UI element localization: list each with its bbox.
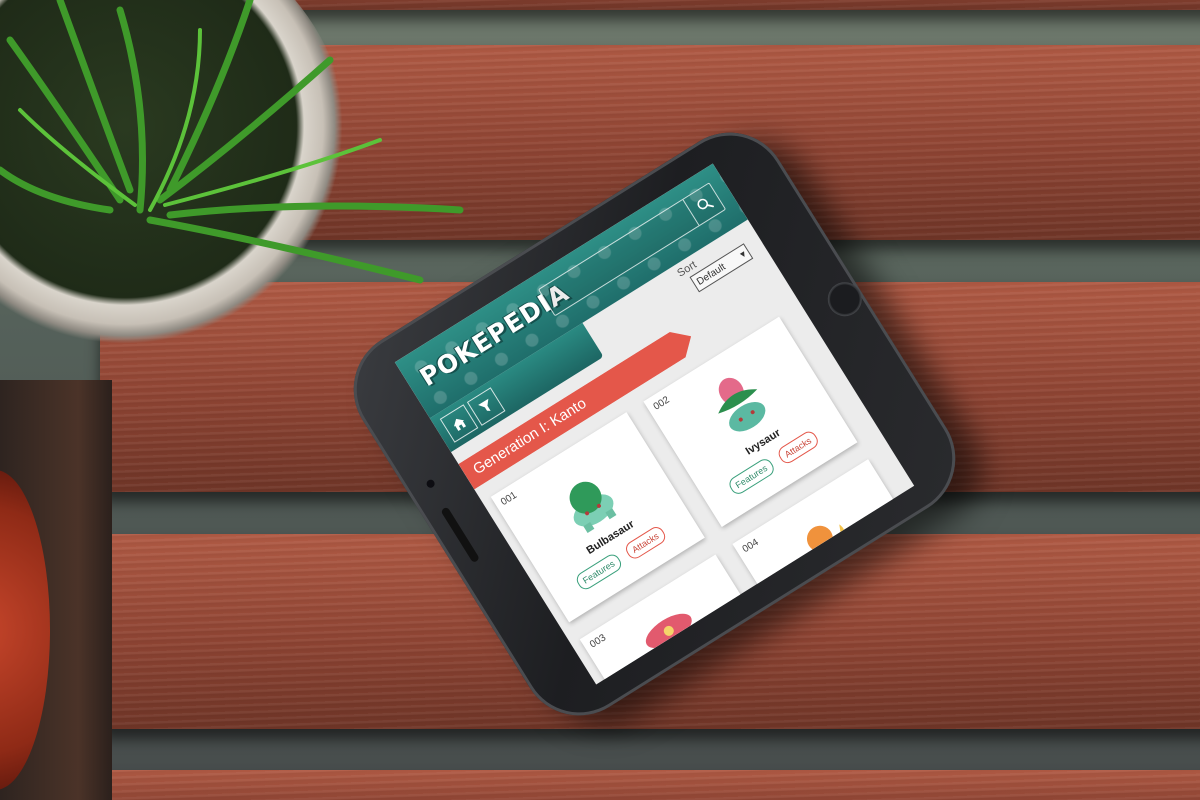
search-icon xyxy=(697,198,714,210)
pokemon-number: 001 xyxy=(498,489,519,509)
sort-select[interactable]: Default ▾ xyxy=(689,243,754,293)
pokemon-number: 002 xyxy=(651,394,672,413)
home-icon xyxy=(453,418,467,431)
grass-plant xyxy=(0,0,464,284)
pokemon-number: 004 xyxy=(740,537,761,556)
pokemon-number: 003 xyxy=(588,632,608,651)
bench-plank xyxy=(100,770,1200,800)
sort-selected-value: Default xyxy=(695,261,728,288)
chevron-down-icon: ▾ xyxy=(738,248,749,261)
filter-icon xyxy=(478,398,491,411)
